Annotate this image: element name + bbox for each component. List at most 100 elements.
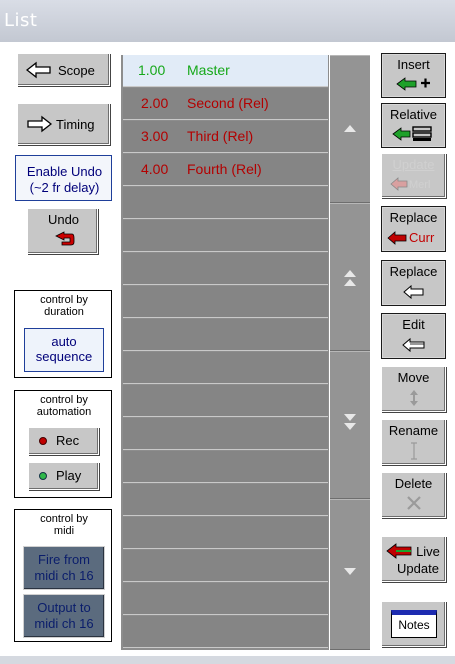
- list-row[interactable]: [123, 286, 328, 318]
- live-update-arrow-icon: [386, 543, 412, 559]
- title-bar: List: [0, 0, 455, 42]
- live-update-label-2: Update: [397, 561, 439, 576]
- list-row[interactable]: [123, 352, 328, 384]
- insert-arrow-plus-icon: [396, 77, 430, 91]
- cue-name: Second (Rel): [187, 95, 269, 111]
- cue-name: Fourth (Rel): [187, 161, 262, 177]
- play-label: Play: [56, 468, 82, 483]
- delete-x-icon: [407, 496, 421, 510]
- chevron-up-icon: [344, 125, 356, 132]
- insert-button[interactable]: Insert: [381, 53, 446, 98]
- cue-number: 4.00: [141, 161, 169, 177]
- delete-label: Delete: [394, 476, 433, 491]
- midi-group-label-1: control by: [40, 513, 88, 525]
- cue-number: 3.00: [141, 128, 169, 144]
- list-row[interactable]: 1.00 Master: [123, 55, 328, 87]
- scroll-up-button[interactable]: [330, 55, 370, 203]
- output-to-midi-button[interactable]: Output to midi ch 16: [23, 594, 105, 638]
- list-row[interactable]: [123, 616, 328, 648]
- play-led-icon: [39, 472, 47, 480]
- delete-button[interactable]: Delete: [381, 472, 446, 518]
- relative-button[interactable]: Relative: [381, 103, 446, 148]
- double-chevron-down-icon: [344, 414, 356, 430]
- notes-button[interactable]: Notes: [381, 601, 446, 647]
- list-row[interactable]: [123, 220, 328, 252]
- cue-name: Master: [187, 62, 230, 78]
- live-update-label-1: Live: [416, 544, 440, 559]
- replace-arrow-icon: [387, 231, 407, 245]
- timing-button[interactable]: Timing: [17, 103, 110, 145]
- output-to-midi-label-1: Output to: [37, 600, 91, 615]
- move-button[interactable]: Move: [381, 366, 446, 412]
- arrow-left-icon: [26, 61, 51, 79]
- insert-label: Insert: [397, 57, 430, 72]
- list-row[interactable]: 2.00 Second (Rel): [123, 88, 328, 120]
- replace-button[interactable]: Replace: [381, 260, 446, 306]
- undo-button[interactable]: Undo: [27, 208, 98, 254]
- undo-arrow-icon: [55, 231, 75, 246]
- relative-label: Relative: [390, 107, 437, 122]
- enable-undo-label: Enable Undo: [26, 164, 103, 179]
- page-up-button[interactable]: [330, 203, 370, 351]
- list-row[interactable]: [123, 517, 328, 549]
- enable-undo-toggle[interactable]: Enable Undo (~2 fr delay): [15, 155, 112, 201]
- automation-control-group: control by automation Rec Play: [14, 390, 112, 498]
- replace-curr-button[interactable]: Replace Curr: [381, 206, 446, 252]
- scope-button[interactable]: Scope: [17, 53, 110, 86]
- auto-sequence-label-2: sequence: [35, 349, 93, 364]
- duration-control-group: control by duration auto sequence: [14, 290, 112, 378]
- edit-label: Edit: [402, 317, 425, 332]
- update-sublabel: Merl: [409, 179, 431, 191]
- list-row[interactable]: [123, 187, 328, 219]
- list-row[interactable]: [123, 451, 328, 483]
- page-down-button[interactable]: [330, 351, 370, 499]
- update-button[interactable]: Update Merl: [381, 153, 446, 198]
- rename-button[interactable]: Rename: [381, 419, 446, 465]
- list-row[interactable]: [123, 385, 328, 417]
- rec-button[interactable]: Rec: [28, 427, 99, 455]
- auto-sequence-button[interactable]: auto sequence: [24, 328, 104, 372]
- play-button[interactable]: Play: [28, 462, 99, 490]
- auto-sequence-label-1: auto: [51, 334, 77, 349]
- arrow-right-icon: [27, 115, 52, 133]
- bottom-strip: [0, 656, 455, 664]
- window-title: List: [4, 10, 38, 31]
- relative-arrow-icon: [392, 126, 432, 141]
- replace-label: Replace: [389, 264, 438, 279]
- duration-group-label-1: control by: [40, 294, 88, 306]
- list-row[interactable]: [123, 253, 328, 285]
- list-row[interactable]: [123, 418, 328, 450]
- edit-button[interactable]: Edit: [381, 313, 446, 359]
- list-row[interactable]: 3.00 Third (Rel): [123, 121, 328, 153]
- scroll-down-button[interactable]: [330, 499, 370, 650]
- midi-group-label-2: midi: [53, 525, 75, 537]
- fire-from-midi-label-2: midi ch 16: [34, 568, 94, 583]
- rec-led-icon: [39, 437, 47, 445]
- cue-name: Third (Rel): [187, 128, 254, 144]
- output-to-midi-label-2: midi ch 16: [34, 616, 94, 631]
- fire-from-midi-label-1: Fire from: [38, 552, 90, 567]
- list-row[interactable]: [123, 319, 328, 351]
- fire-from-midi-button[interactable]: Fire from midi ch 16: [23, 546, 105, 590]
- enable-undo-sublabel: (~2 fr delay): [29, 180, 100, 195]
- move-label: Move: [397, 370, 430, 385]
- edit-arrow-icon: [402, 337, 425, 353]
- live-update-button[interactable]: Live Update: [381, 536, 446, 582]
- list-row[interactable]: [123, 583, 328, 615]
- list-row[interactable]: [123, 484, 328, 516]
- notes-label: Notes: [398, 618, 430, 632]
- notes-icon: Notes: [391, 610, 437, 638]
- replace-outline-arrow-icon: [403, 285, 424, 299]
- cue-number: 1.00: [138, 62, 166, 78]
- update-label: Update: [392, 157, 435, 172]
- list-row[interactable]: [123, 550, 328, 582]
- replace-curr-sublabel: Curr: [409, 230, 435, 245]
- replace-curr-label: Replace: [389, 210, 438, 225]
- automation-group-label-2: automation: [36, 406, 92, 418]
- double-chevron-up-icon: [344, 270, 356, 286]
- rec-label: Rec: [56, 433, 80, 448]
- list-row[interactable]: 4.00 Fourth (Rel): [123, 154, 328, 186]
- text-cursor-icon: [411, 442, 417, 460]
- cue-number: 2.00: [141, 95, 169, 111]
- timing-label: Timing: [56, 117, 95, 132]
